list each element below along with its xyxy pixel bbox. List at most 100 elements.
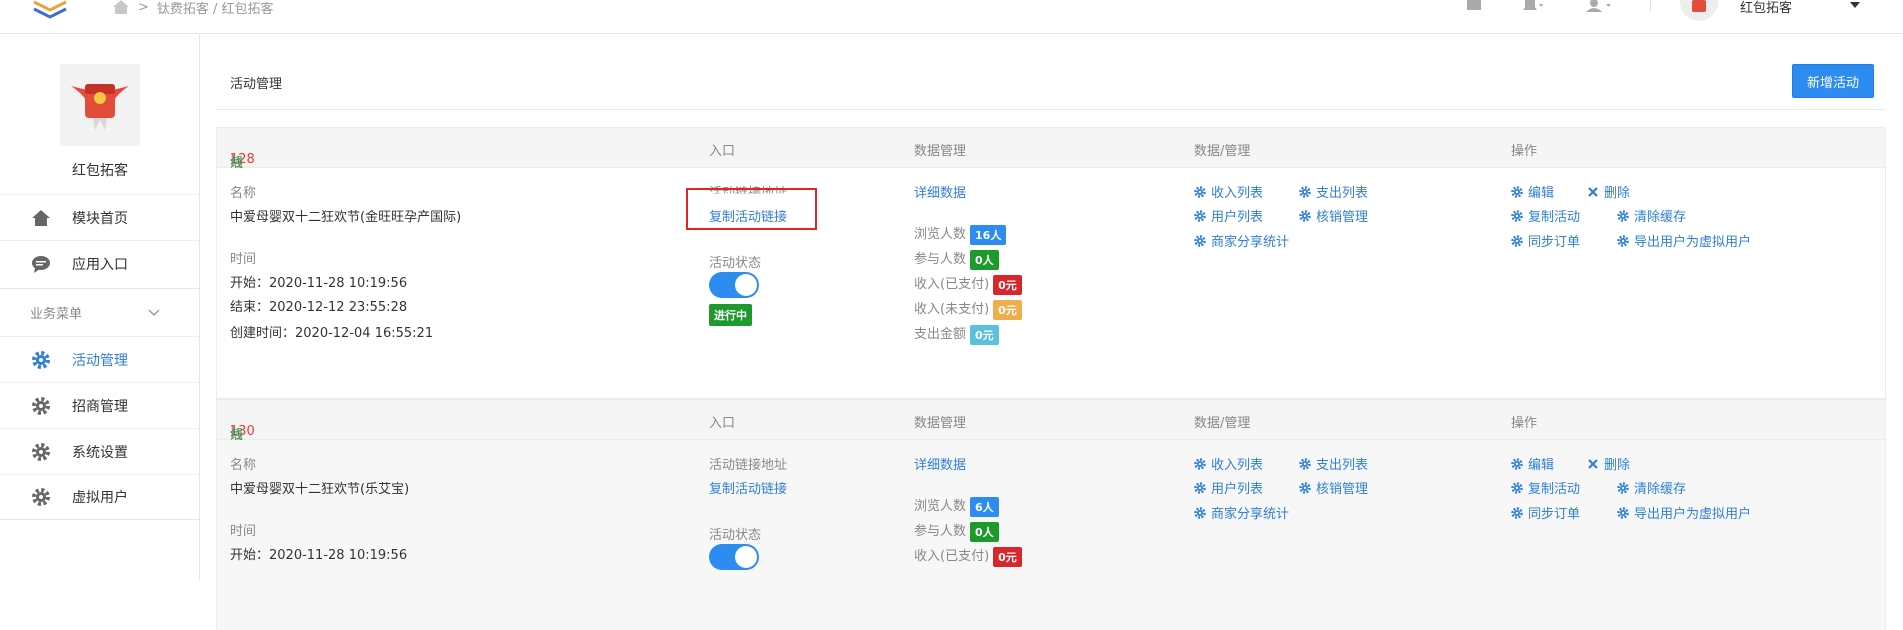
sidebar-item-label: 招商管理 bbox=[72, 398, 128, 415]
copy-activity-link[interactable]: 复制活动 bbox=[1511, 206, 1580, 225]
highlight-box bbox=[686, 188, 817, 230]
income-list-link[interactable]: 收入列表 bbox=[1194, 182, 1263, 201]
merchant-share-stats-link[interactable]: 商家分享统计 bbox=[1194, 231, 1289, 250]
copy-activity-link[interactable]: 复制活动 bbox=[1511, 478, 1580, 497]
income-paid-amount: 0元 bbox=[993, 546, 1022, 567]
gear-icon bbox=[1299, 457, 1311, 470]
verify-mgmt-link[interactable]: 核销管理 bbox=[1299, 478, 1368, 497]
home-icon[interactable] bbox=[112, 0, 130, 14]
income-paid-row: 收入(已支付) 0元 bbox=[914, 545, 1022, 567]
divider bbox=[216, 109, 1886, 110]
edit-link[interactable]: 编辑 bbox=[1511, 454, 1554, 473]
delete-link[interactable]: 删除 bbox=[1587, 454, 1630, 473]
breadcrumb-arrow-icon: > bbox=[138, 0, 149, 15]
clear-cache-link[interactable]: 清除缓存 bbox=[1617, 478, 1686, 497]
sidebar-item-label: 应用入口 bbox=[72, 256, 128, 273]
gear-icon bbox=[30, 486, 52, 508]
gear-icon bbox=[1194, 481, 1206, 494]
user-dropdown-icon[interactable] bbox=[1850, 2, 1860, 8]
gear-icon bbox=[1194, 185, 1206, 198]
activity-card: 活动名称(ID: 130 - 线下拓客模式 ) 入口 数据管理 数据/管理 操作… bbox=[216, 399, 1886, 630]
expense-row: 支出金额 0元 bbox=[914, 323, 999, 345]
gear-icon bbox=[1511, 185, 1523, 198]
breadcrumb: > 钛费拓客 / 红包拓客 bbox=[112, 0, 274, 17]
col-entry: 入口 bbox=[709, 416, 736, 431]
user-icon[interactable] bbox=[1586, 0, 1614, 12]
status-toggle[interactable] bbox=[709, 272, 759, 298]
export-virtual-users-link[interactable]: 导出用户为虚拟用户 bbox=[1617, 231, 1751, 250]
sidebar-item-label: 系统设置 bbox=[72, 444, 128, 461]
name-label: 名称 bbox=[230, 186, 257, 201]
detail-data-link[interactable]: 详细数据 bbox=[914, 454, 966, 473]
join-row: 参与人数 0人 bbox=[914, 248, 999, 270]
sidebar-item-settings[interactable]: 系统设置 bbox=[0, 428, 200, 474]
time-label: 时间 bbox=[230, 252, 257, 267]
sidebar-item-label: 活动管理 bbox=[72, 352, 128, 369]
col-ops: 操作 bbox=[1511, 416, 1538, 431]
gear-icon bbox=[1299, 481, 1311, 494]
sidebar-section-business[interactable]: 业务菜单 bbox=[0, 288, 200, 336]
sidebar-item-entry[interactable]: 应用入口 bbox=[0, 240, 200, 286]
detail-data-link[interactable]: 详细数据 bbox=[914, 182, 966, 201]
activity-name: 中爱母婴双十二狂欢节(乐艾宝) bbox=[230, 482, 410, 497]
sync-orders-link[interactable]: 同步订单 bbox=[1511, 503, 1580, 522]
verify-mgmt-link[interactable]: 核销管理 bbox=[1299, 206, 1368, 225]
clear-cache-link[interactable]: 清除缓存 bbox=[1617, 206, 1686, 225]
gear-icon bbox=[1617, 506, 1629, 519]
time-label: 时间 bbox=[230, 524, 257, 539]
expense-list-link[interactable]: 支出列表 bbox=[1299, 454, 1368, 473]
income-unpaid-row: 收入(未支付) 0元 bbox=[914, 298, 1022, 320]
breadcrumb-text[interactable]: 钛费拓客 / 红包拓客 bbox=[157, 0, 274, 17]
user-avatar[interactable] bbox=[1680, 0, 1718, 22]
activity-name: 中爱母婴双十二狂欢节(金旺旺孕产国际) bbox=[230, 210, 462, 225]
chevron-down-icon bbox=[148, 309, 160, 316]
home-icon bbox=[30, 207, 52, 229]
status-toggle[interactable] bbox=[709, 544, 759, 570]
col-ops: 操作 bbox=[1511, 144, 1538, 159]
user-list-link[interactable]: 用户列表 bbox=[1194, 478, 1263, 497]
income-list-link[interactable]: 收入列表 bbox=[1194, 454, 1263, 473]
income-unpaid-amount: 0元 bbox=[993, 299, 1022, 320]
income-paid-row: 收入(已支付) 0元 bbox=[914, 273, 1022, 295]
sidebar: 红包拓客 模块首页 应用入口 业务菜单 活动管理 招商管理 系统设置 虚拟用户 bbox=[0, 34, 200, 580]
start-time: 开始：2020-11-28 10:19:56 bbox=[230, 276, 408, 291]
gear-icon bbox=[1299, 209, 1311, 222]
sidebar-item-home[interactable]: 模块首页 bbox=[0, 194, 200, 240]
col-entry: 入口 bbox=[709, 144, 736, 159]
activity-card-header: 活动名称(ID: 128 - 线下拓客模式 ) 入口 数据管理 数据/管理 操作 bbox=[217, 128, 1885, 266]
sync-orders-link[interactable]: 同步订单 bbox=[1511, 231, 1580, 250]
user-list-link[interactable]: 用户列表 bbox=[1194, 206, 1263, 225]
col-data-mgmt: 数据管理 bbox=[914, 416, 967, 431]
sidebar-item-label: 模块首页 bbox=[72, 210, 128, 227]
bell-icon[interactable] bbox=[1522, 0, 1546, 12]
sidebar-item-virtual-users[interactable]: 虚拟用户 bbox=[0, 474, 200, 520]
merchant-share-stats-link[interactable]: 商家分享统计 bbox=[1194, 503, 1289, 522]
sidebar-item-merchants[interactable]: 招商管理 bbox=[0, 382, 200, 428]
main-content: 活动管理 新增活动 活动名称(ID: 128 - 线下拓客模式 ) 入口 数据管… bbox=[200, 34, 1903, 630]
expense-list-link[interactable]: 支出列表 bbox=[1299, 182, 1368, 201]
page-title: 活动管理 bbox=[230, 77, 283, 92]
copy-link[interactable]: 复制活动链接 bbox=[709, 478, 787, 497]
sidebar-item-activities[interactable]: 活动管理 bbox=[0, 336, 200, 382]
activity-card-body: 名称 中爱母婴双十二狂欢节(金旺旺孕产国际) 时间 开始：2020-11-28 … bbox=[217, 168, 1885, 398]
expense-amount: 0元 bbox=[970, 324, 999, 345]
logo-icon[interactable] bbox=[30, 0, 70, 22]
app-avatar bbox=[60, 64, 140, 146]
new-activity-button[interactable]: 新增活动 bbox=[1792, 64, 1874, 98]
browse-count: 16人 bbox=[970, 224, 1007, 245]
gear-icon bbox=[1511, 234, 1523, 247]
gear-icon bbox=[1194, 457, 1206, 470]
browse-count: 6人 bbox=[970, 496, 999, 517]
browse-row: 浏览人数 16人 bbox=[914, 223, 1007, 245]
edit-link[interactable]: 编辑 bbox=[1511, 182, 1554, 201]
gear-icon bbox=[1511, 209, 1523, 222]
user-name[interactable]: 红包拓客 bbox=[1740, 0, 1792, 16]
gear-icon bbox=[30, 349, 52, 371]
sidebar-item-label: 虚拟用户 bbox=[72, 490, 128, 506]
delete-link[interactable]: 删除 bbox=[1587, 182, 1630, 201]
section-label: 业务菜单 bbox=[30, 307, 83, 322]
store-icon[interactable] bbox=[1466, 0, 1482, 10]
export-virtual-users-link[interactable]: 导出用户为虚拟用户 bbox=[1617, 503, 1751, 522]
activity-card-header: 活动名称(ID: 130 - 线下拓客模式 ) 入口 数据管理 数据/管理 操作 bbox=[217, 400, 1885, 538]
col-data-mgmt: 数据管理 bbox=[914, 144, 967, 159]
